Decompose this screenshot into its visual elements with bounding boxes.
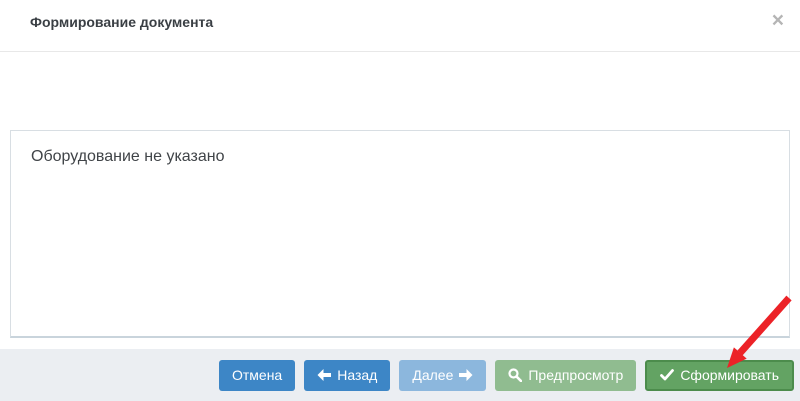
modal-footer: Отмена Назад Далее Предпросмотр Сформиро [0, 349, 800, 401]
equipment-content-panel: Оборудование не указано [10, 130, 790, 338]
document-generation-modal: Формирование документа × 4 Выбор докумен… [0, 0, 800, 401]
cancel-button[interactable]: Отмена [219, 360, 295, 391]
modal-title: Формирование документа [30, 14, 213, 30]
close-icon[interactable]: × [772, 10, 784, 31]
back-button[interactable]: Назад [304, 360, 390, 391]
next-button[interactable]: Далее [399, 360, 486, 391]
back-button-label: Назад [337, 367, 377, 383]
generate-button-label: Сформировать [680, 367, 779, 383]
empty-state-message: Оборудование не указано [31, 148, 224, 166]
check-icon [660, 369, 674, 381]
search-icon [508, 368, 522, 382]
arrow-left-icon [317, 369, 331, 381]
generate-button[interactable]: Сформировать [645, 360, 794, 391]
next-button-label: Далее [412, 367, 453, 383]
arrow-right-icon [459, 369, 473, 381]
header-divider [0, 51, 800, 52]
cancel-button-label: Отмена [232, 367, 282, 383]
wizard-stepper: 4 Выбор документа Свойства Исследования … [0, 60, 800, 128]
preview-button[interactable]: Предпросмотр [495, 360, 636, 391]
preview-button-label: Предпросмотр [528, 367, 623, 383]
